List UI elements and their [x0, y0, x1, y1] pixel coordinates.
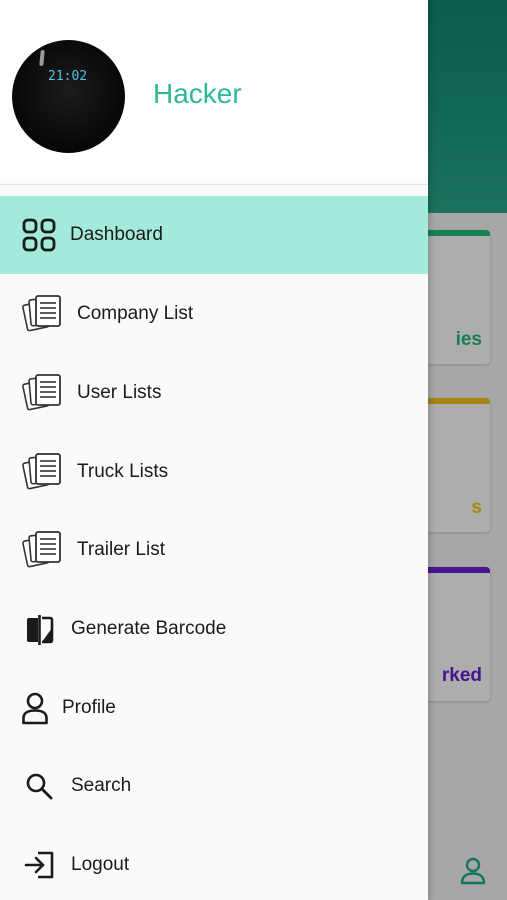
menu-label-logout: Logout [71, 854, 130, 875]
document-stack-icon [22, 295, 61, 332]
menu-label-trailer-list: Trailer List [77, 539, 165, 560]
avatar-clock-text: 21:02 [48, 69, 88, 84]
menu-item-dashboard[interactable]: Dashboard [0, 196, 428, 274]
menu-label-truck-lists: Truck Lists [77, 461, 169, 482]
drawer-header: 21:02 Hacker [0, 0, 428, 177]
menu-label-search: Search [71, 775, 132, 796]
navigation-drawer: 21:02 Hacker Dashboard Company List User… [0, 0, 428, 900]
menu-item-logout[interactable]: Logout [0, 826, 428, 900]
menu-item-truck-lists[interactable]: Truck Lists [0, 433, 428, 511]
document-stack-icon [22, 453, 61, 490]
menu-label-profile: Profile [62, 697, 116, 718]
menu-item-generate-barcode[interactable]: Generate Barcode [0, 590, 428, 668]
avatar-glare [39, 49, 45, 67]
document-stack-icon [22, 374, 61, 411]
menu-item-user-lists[interactable]: User Lists [0, 354, 428, 432]
dashboard-grid-icon [22, 218, 56, 252]
menu-item-search[interactable]: Search [0, 747, 428, 825]
avatar[interactable]: 21:02 [12, 40, 125, 153]
menu-item-company-list[interactable]: Company List [0, 275, 428, 353]
logout-icon [24, 851, 54, 879]
menu-label-company-list: Company List [77, 303, 194, 324]
search-icon [26, 773, 53, 800]
barcode-compare-icon [27, 615, 54, 645]
menu-label-dashboard: Dashboard [70, 224, 163, 245]
header-divider [0, 184, 428, 185]
menu-item-trailer-list[interactable]: Trailer List [0, 511, 428, 589]
menu-label-user-lists: User Lists [77, 382, 162, 403]
user-name: Hacker [153, 78, 242, 109]
menu-item-profile[interactable]: Profile [0, 669, 428, 747]
menu-label-generate-barcode: Generate Barcode [71, 618, 227, 639]
person-icon [22, 692, 48, 725]
document-stack-icon [22, 531, 61, 568]
